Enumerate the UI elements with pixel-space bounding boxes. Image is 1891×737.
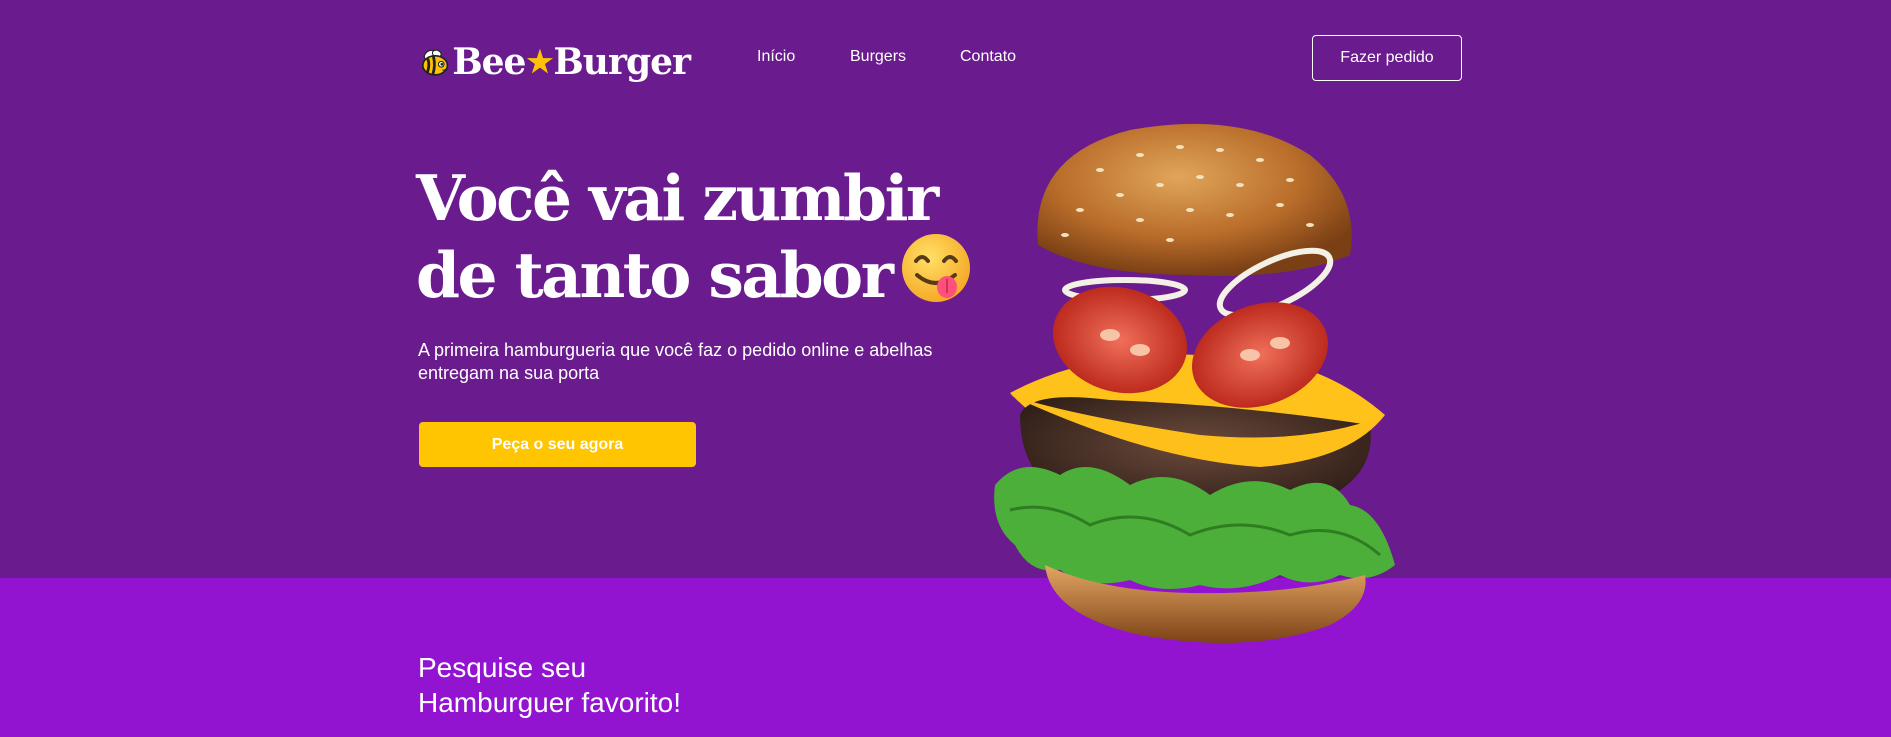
nav-link-contato[interactable]: Contato <box>960 48 1016 66</box>
search-title-line2: Hamburguer favorito! <box>418 687 682 718</box>
headline-line2: de tanto sabor <box>416 238 894 312</box>
brand-name-part2: Burger <box>553 41 691 83</box>
search-title-line1: Pesquise seu <box>418 652 587 683</box>
headline-line1: Você vai zumbir <box>416 161 939 235</box>
floating-burger-image <box>994 123 1395 643</box>
face-savoring-food-icon <box>899 231 973 316</box>
hero-headline: Você vai zumbir de tanto sabor <box>416 165 976 316</box>
order-now-button[interactable]: Peça o seu agora <box>419 422 696 467</box>
brand-name: Bee ★ Burger <box>452 41 691 83</box>
order-button[interactable]: Fazer pedido <box>1312 35 1462 81</box>
nav-link-inicio[interactable]: Início <box>757 48 795 66</box>
search-section <box>0 578 1891 737</box>
nav-link-burgers[interactable]: Burgers <box>850 48 906 66</box>
bee-icon <box>421 49 449 76</box>
star-icon: ★ <box>526 44 553 80</box>
brand-name-part1: Bee <box>452 41 526 83</box>
brand-logo[interactable]: Bee ★ Burger <box>420 36 691 88</box>
hero-subtitle: A primeira hamburgueria que você faz o p… <box>418 340 933 383</box>
search-section-title: Pesquise seu Hamburguer favorito! <box>418 650 818 720</box>
